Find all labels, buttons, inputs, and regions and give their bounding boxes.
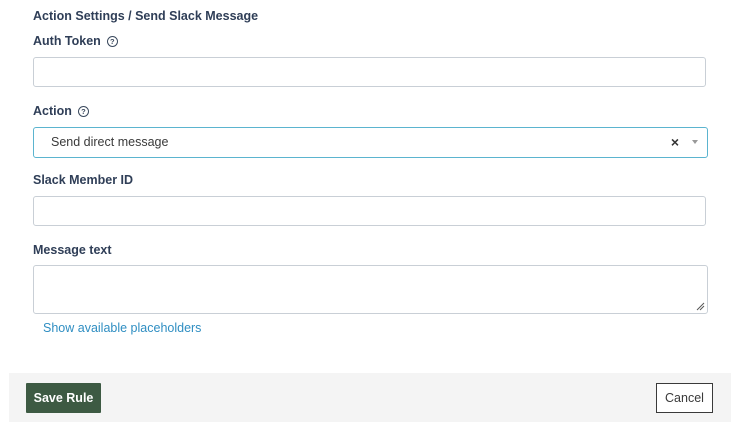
save-rule-button[interactable]: Save Rule (26, 383, 101, 413)
message-text-textarea[interactable] (33, 265, 708, 314)
footer-bar: Save Rule Cancel (9, 373, 731, 422)
cancel-button[interactable]: Cancel (656, 383, 713, 413)
message-text-label: Message text (33, 243, 112, 257)
message-text-label-text: Message text (33, 243, 112, 257)
help-icon[interactable]: ? (106, 35, 118, 47)
show-placeholders-link[interactable]: Show available placeholders (43, 321, 201, 335)
action-label-text: Action (33, 104, 72, 118)
help-icon[interactable]: ? (77, 105, 89, 117)
resize-handle-icon[interactable] (696, 302, 705, 311)
page-title: Action Settings / Send Slack Message (33, 9, 259, 23)
auth-token-label: Auth Token ? (33, 34, 118, 48)
action-selected-value: Send direct message (51, 135, 169, 149)
slack-member-id-input[interactable] (33, 196, 706, 226)
action-select[interactable]: Send direct message × (33, 127, 708, 158)
slack-member-id-label-text: Slack Member ID (33, 173, 134, 187)
auth-token-input[interactable] (33, 57, 706, 87)
clear-selection-icon[interactable]: × (671, 134, 679, 150)
slack-member-id-label: Slack Member ID (33, 173, 133, 187)
chevron-down-icon[interactable] (692, 140, 698, 144)
auth-token-label-text: Auth Token (33, 34, 101, 48)
action-label: Action ? (33, 104, 89, 118)
